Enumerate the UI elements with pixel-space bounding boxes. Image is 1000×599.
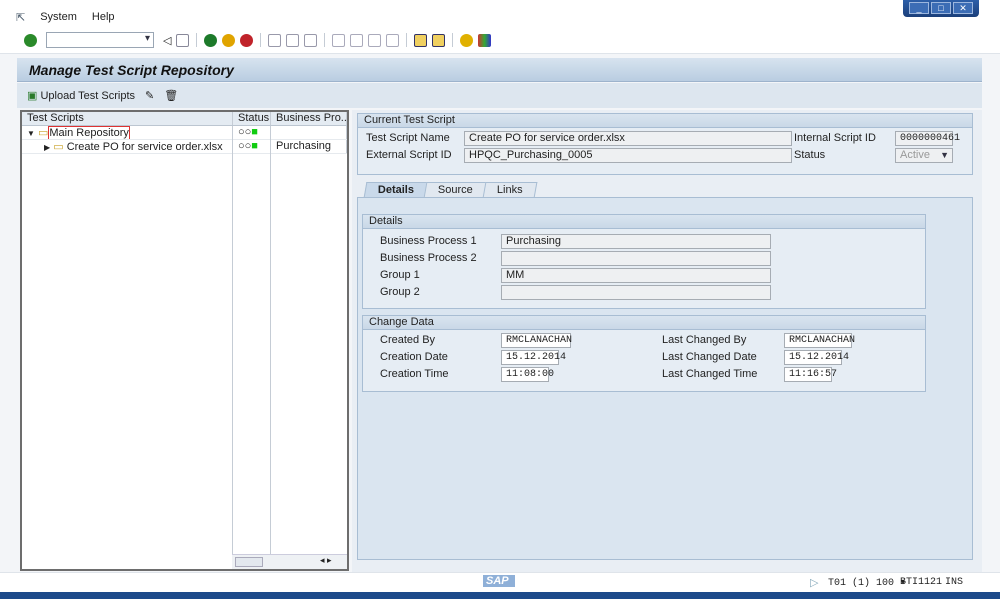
find-icon[interactable] (286, 33, 300, 47)
save-icon[interactable] (176, 33, 190, 47)
status-expand-icon[interactable]: ▷ (810, 576, 818, 589)
created-by-field: RMCLANACHAN (501, 333, 572, 348)
command-field[interactable] (46, 32, 154, 48)
back-icon[interactable] (204, 33, 218, 47)
last-page-icon[interactable] (386, 33, 400, 47)
dropdown-arrow-icon: ▼ (940, 150, 949, 160)
tab-links[interactable]: Links (482, 182, 538, 198)
menu-bar: ⇱ System Help (16, 11, 115, 24)
system-info[interactable]: T01 (1) 100 ▾ (828, 577, 906, 589)
group-title: Current Test Script (358, 114, 972, 128)
exit-icon[interactable] (222, 33, 236, 47)
label: Creation Time (380, 368, 449, 380)
collapse-icon[interactable]: ◁ (163, 34, 171, 47)
find-next-icon[interactable] (304, 33, 318, 47)
column-status[interactable]: Status (233, 112, 271, 125)
menu-system[interactable]: System (40, 11, 77, 24)
status-lights: ○○■ (233, 140, 271, 153)
status-dropdown[interactable]: Active ▼ (895, 148, 953, 163)
tab-details[interactable]: Details (363, 182, 429, 198)
print-icon[interactable] (268, 33, 282, 47)
horizontal-scrollbar[interactable]: ◂ ▸ (232, 554, 347, 569)
edit-icon[interactable]: ✎ (145, 89, 154, 102)
status-value: Active (900, 149, 930, 161)
label: Created By (380, 334, 436, 346)
tree-header: Test Scripts Status Business Pro... (22, 112, 347, 126)
group-2-field[interactable] (501, 285, 771, 300)
last-changed-time-field: 11:16:57 (784, 367, 837, 382)
label: Status (794, 149, 826, 161)
layout-icon[interactable] (478, 33, 492, 47)
business-process (271, 126, 347, 139)
label: Test Script Name (366, 132, 450, 144)
minimize-button[interactable]: _ (909, 2, 929, 14)
shortcut-icon[interactable] (432, 33, 446, 47)
upload-icon: ▣ (27, 90, 38, 102)
collapsed-icon[interactable]: ▶ (44, 143, 50, 152)
sap-logo: SAP (483, 575, 515, 587)
close-button[interactable]: ✕ (953, 2, 973, 14)
change-data-group: Change Data Created By RMCLANACHAN Creat… (362, 315, 926, 392)
status-bar: SAP ▷ T01 (1) 100 ▾ BTI1121 INS (0, 572, 1000, 592)
status-lights: ○○■ (233, 126, 271, 139)
label: Last Changed Time (662, 368, 758, 380)
tree-row[interactable]: ▶ ▭ Create PO for service order.xlsx ○○■… (22, 140, 347, 154)
test-script-tree: Test Scripts Status Business Pro... ▼ ▭M… (20, 110, 349, 571)
internal-script-id-field: 0000000461 (895, 131, 960, 146)
column-business-process[interactable]: Business Pro... (271, 112, 347, 125)
window-controls: _ □ ✕ (903, 0, 979, 17)
group-title: Details (363, 215, 925, 229)
tab-strip: Details Source Links (363, 182, 538, 198)
menu-icon[interactable]: ⇱ (16, 11, 25, 24)
first-page-icon[interactable] (332, 33, 346, 47)
input-mode[interactable]: INS (945, 577, 963, 588)
tree-row[interactable]: ▼ ▭Main Repository ○○■ (22, 126, 347, 140)
last-changed-by-field: RMCLANACHAN (784, 333, 855, 348)
label: Business Process 1 (380, 235, 477, 247)
business-process: Purchasing (271, 140, 347, 153)
label: Business Process 2 (380, 252, 477, 264)
upload-button[interactable]: ▣ Upload Test Scripts (27, 89, 135, 102)
delete-icon[interactable]: 🗑 (164, 89, 178, 102)
prev-page-icon[interactable] (350, 33, 364, 47)
label: Group 1 (380, 269, 420, 281)
taskbar-edge (0, 592, 1000, 599)
tab-source[interactable]: Source (423, 182, 488, 198)
external-script-id-field[interactable]: HPQC_Purchasing_0005 (464, 148, 792, 163)
label: Internal Script ID (794, 132, 876, 144)
creation-date-field: 15.12.2014 (501, 350, 566, 365)
test-script-name-field[interactable]: Create PO for service order.xlsx (464, 131, 792, 146)
server-info: BTI1121 (900, 577, 943, 588)
cancel-icon[interactable] (240, 33, 254, 47)
label: Last Changed Date (662, 351, 757, 363)
details-group: Details Business Process 1 Purchasing Bu… (362, 214, 926, 309)
business-process-2-field[interactable] (501, 251, 771, 266)
expanded-icon[interactable]: ▼ (27, 129, 35, 138)
maximize-button[interactable]: □ (931, 2, 951, 14)
menu-help[interactable]: Help (92, 11, 115, 24)
application-toolbar: ▣ Upload Test Scripts ✎ 🗑 (17, 83, 982, 108)
folder-icon: ▭ (37, 127, 49, 139)
group-title: Change Data (363, 316, 925, 330)
page-title: Manage Test Script Repository (17, 58, 982, 82)
creation-time-field: 11:08:00 (501, 367, 554, 382)
business-process-1-field[interactable]: Purchasing (501, 234, 771, 249)
label: Creation Date (380, 351, 448, 363)
label: External Script ID (366, 149, 452, 161)
column-test-scripts[interactable]: Test Scripts (22, 112, 233, 125)
folder-icon: ▭ (53, 141, 64, 153)
next-page-icon[interactable] (368, 33, 382, 47)
last-changed-date-field: 15.12.2014 (784, 350, 849, 365)
standard-toolbar: ◁ (24, 32, 492, 48)
current-test-script-group: Current Test Script Test Script Name Cre… (357, 113, 973, 175)
tab-content: Details Business Process 1 Purchasing Bu… (357, 197, 973, 560)
label: Group 2 (380, 286, 420, 298)
new-session-icon[interactable] (414, 33, 428, 47)
tree-node-label[interactable]: Main Repository (48, 126, 130, 139)
tree-node-label[interactable]: Create PO for service order.xlsx (67, 141, 223, 153)
label: Last Changed By (662, 334, 747, 346)
enter-icon[interactable] (24, 33, 37, 47)
group-1-field[interactable]: MM (501, 268, 771, 283)
help-icon[interactable] (460, 33, 474, 47)
